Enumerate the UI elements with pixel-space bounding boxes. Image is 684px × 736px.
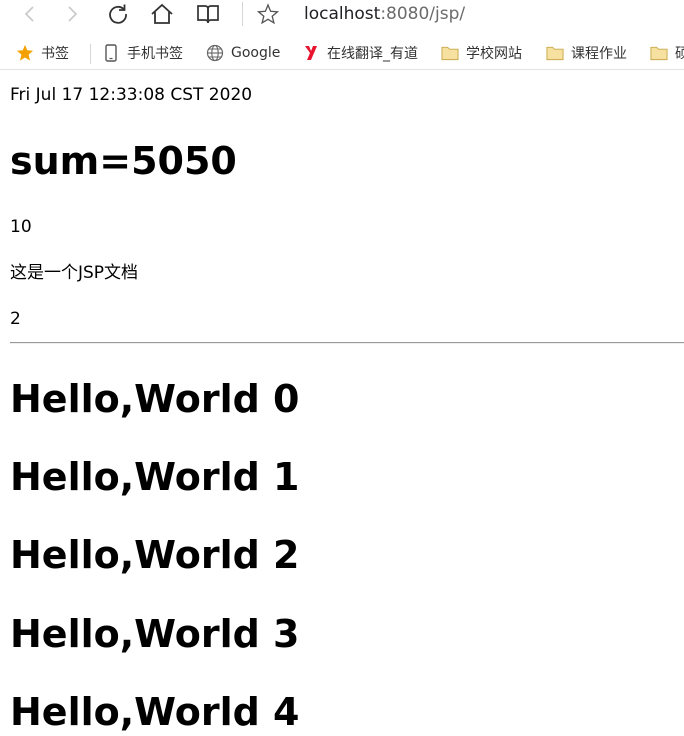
bookmark-label: 手机书签 [127, 46, 183, 62]
book-icon [197, 5, 219, 24]
bookmark-item-overflow[interactable]: 硕 [650, 43, 684, 63]
bookmarks-bar: 书签 手机书签 Google 在线翻译_有道 学校网站 课程作业 硕 [0, 37, 684, 70]
bookmark-label: Google [231, 45, 281, 61]
date-text: Fri Jul 17 12:33:08 CST 2020 [10, 85, 253, 105]
home-button[interactable] [148, 1, 176, 27]
bookmark-label: 课程作业 [571, 46, 627, 62]
hello-world-heading: Hello,World 2 [10, 533, 300, 577]
bookmark-star-button[interactable] [254, 1, 282, 27]
bookmark-item-google[interactable]: Google [206, 43, 280, 63]
value-2-text: 2 [10, 309, 21, 329]
bookmarks-separator [90, 44, 91, 64]
phone-icon [102, 44, 120, 62]
bookmark-label: 书签 [41, 46, 69, 62]
value-10-text: 10 [10, 217, 32, 237]
bookmark-label: 硕 [675, 46, 684, 62]
bookmark-item-mobile[interactable]: 手机书签 [102, 43, 183, 63]
star-icon [16, 44, 34, 62]
browser-toolbar: localhost:8080/jsp/ [0, 0, 684, 34]
hello-world-heading: Hello,World 1 [10, 455, 300, 499]
folder-icon [441, 44, 459, 62]
back-button[interactable] [16, 1, 44, 27]
bookmark-label: 在线翻译_有道 [327, 46, 418, 62]
url-host: localhost [304, 4, 381, 24]
bookmark-item-coursework[interactable]: 课程作业 [546, 43, 627, 63]
jsp-document-text: 这是一个JSP文档 [10, 263, 139, 283]
home-icon [151, 3, 173, 24]
globe-icon [206, 44, 224, 62]
bookmark-item-school-site[interactable]: 学校网站 [441, 43, 522, 63]
toolbar-separator [242, 2, 243, 26]
reload-icon [109, 4, 127, 24]
sum-heading: sum=5050 [10, 139, 237, 183]
folder-icon [650, 44, 668, 62]
folder-icon [546, 44, 564, 62]
hello-world-heading: Hello,World 0 [10, 377, 300, 421]
url-path: :8080/jsp/ [380, 4, 466, 24]
hello-world-heading: Hello,World 4 [10, 690, 300, 734]
bookmark-item-bookmarks[interactable]: 书签 [16, 43, 69, 63]
bookmark-label: 学校网站 [466, 46, 522, 62]
hello-world-heading: Hello,World 3 [10, 612, 300, 656]
address-bar[interactable]: localhost:8080/jsp/ [304, 3, 465, 25]
forward-button[interactable] [58, 1, 86, 27]
youdao-icon [302, 44, 320, 62]
forward-arrow-icon [68, 6, 78, 22]
star-outline-icon [257, 3, 279, 25]
reload-button[interactable] [104, 1, 132, 27]
reader-mode-button[interactable] [194, 1, 222, 27]
back-arrow-icon [24, 6, 34, 22]
bookmark-item-youdao[interactable]: 在线翻译_有道 [302, 43, 418, 63]
horizontal-rule [10, 342, 684, 344]
